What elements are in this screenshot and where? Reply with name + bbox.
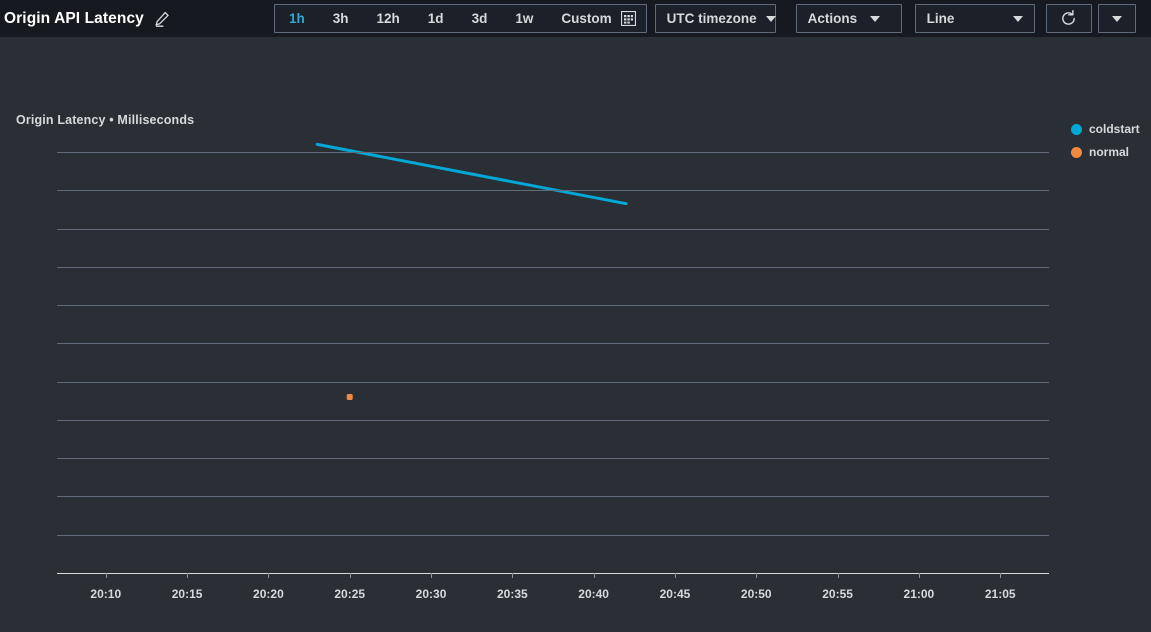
legend-color-swatch (1071, 147, 1082, 158)
time-range-1h[interactable]: 1h (275, 5, 319, 32)
gridline (57, 152, 1049, 153)
series-canvas (57, 152, 1049, 573)
x-axis-tick-label: 20:35 (497, 587, 528, 601)
series-point-normal (347, 394, 353, 400)
calendar-icon (621, 11, 636, 26)
gridline (57, 535, 1049, 536)
refresh-icon (1060, 10, 1077, 27)
x-axis-tick (106, 573, 107, 578)
time-range-3d[interactable]: 3d (458, 5, 502, 32)
page-title: Origin API Latency (4, 10, 144, 28)
gridline (57, 496, 1049, 497)
x-axis-tick (594, 573, 595, 578)
gridline (57, 343, 1049, 344)
x-axis-tick (1000, 573, 1001, 578)
gridline (57, 382, 1049, 383)
chart-title: Origin Latency • Milliseconds (16, 113, 194, 127)
refresh-button[interactable] (1046, 4, 1092, 33)
x-axis-tick-label: 20:15 (172, 587, 203, 601)
timezone-label: UTC timezone (667, 11, 757, 26)
chart-type-dropdown[interactable]: Line (915, 4, 1035, 33)
gridline (57, 420, 1049, 421)
timezone-dropdown[interactable]: UTC timezone (655, 4, 776, 33)
time-range-custom[interactable]: Custom (547, 5, 645, 32)
x-axis-tick-label: 21:00 (904, 587, 935, 601)
x-axis-tick (919, 573, 920, 578)
gridline (57, 573, 1049, 574)
chevron-down-icon (1013, 16, 1023, 22)
actions-label: Actions (808, 11, 858, 26)
chart-legend: coldstart normal (1071, 122, 1140, 159)
time-range-selector[interactable]: 1h 3h 12h 1d 3d 1w Custom (274, 4, 647, 33)
x-axis-tick-label: 20:50 (741, 587, 772, 601)
time-range-12h[interactable]: 12h (363, 5, 414, 32)
x-axis-tick-label: 20:20 (253, 587, 284, 601)
x-axis-tick (350, 573, 351, 578)
series-line-coldstart (317, 144, 626, 203)
gridline (57, 458, 1049, 459)
plot-area[interactable]: 1.10k1.00k900800700600500400300200100020… (57, 152, 1049, 573)
pencil-edit-icon[interactable] (154, 11, 170, 27)
chevron-down-icon (1112, 16, 1122, 22)
panel-header: Origin API Latency 1h 3h 12h 1d 3d 1w Cu… (0, 0, 1151, 37)
legend-label: coldstart (1089, 122, 1140, 136)
x-axis-tick (187, 573, 188, 578)
gridline (57, 229, 1049, 230)
legend-label: normal (1089, 145, 1129, 159)
chart-panel: Origin Latency • Milliseconds 1.10k1.00k… (0, 37, 1151, 632)
legend-item-normal[interactable]: normal (1071, 145, 1140, 159)
custom-label: Custom (561, 11, 611, 26)
chevron-down-icon (766, 16, 776, 22)
x-axis-tick (675, 573, 676, 578)
x-axis-tick-label: 20:25 (334, 587, 365, 601)
time-range-1d[interactable]: 1d (414, 5, 458, 32)
x-axis-tick (512, 573, 513, 578)
x-axis-tick (756, 573, 757, 578)
title-group: Origin API Latency (0, 10, 272, 28)
refresh-settings-dropdown[interactable] (1098, 4, 1136, 33)
gridline (57, 190, 1049, 191)
actions-dropdown[interactable]: Actions (796, 4, 902, 33)
x-axis-tick (431, 573, 432, 578)
x-axis-tick (268, 573, 269, 578)
x-axis-tick (838, 573, 839, 578)
gridline (57, 267, 1049, 268)
x-axis-tick-label: 20:55 (822, 587, 853, 601)
x-axis-tick-label: 20:45 (660, 587, 691, 601)
gridline (57, 305, 1049, 306)
legend-item-coldstart[interactable]: coldstart (1071, 122, 1140, 136)
x-axis-tick-label: 20:30 (416, 587, 447, 601)
chevron-down-icon (870, 16, 880, 22)
x-axis-tick-label: 21:05 (985, 587, 1016, 601)
time-range-1w[interactable]: 1w (501, 5, 547, 32)
legend-color-swatch (1071, 124, 1082, 135)
chart-type-label: Line (927, 11, 955, 26)
x-axis-tick-label: 20:40 (578, 587, 609, 601)
time-range-3h[interactable]: 3h (319, 5, 363, 32)
x-axis-tick-label: 20:10 (90, 587, 121, 601)
